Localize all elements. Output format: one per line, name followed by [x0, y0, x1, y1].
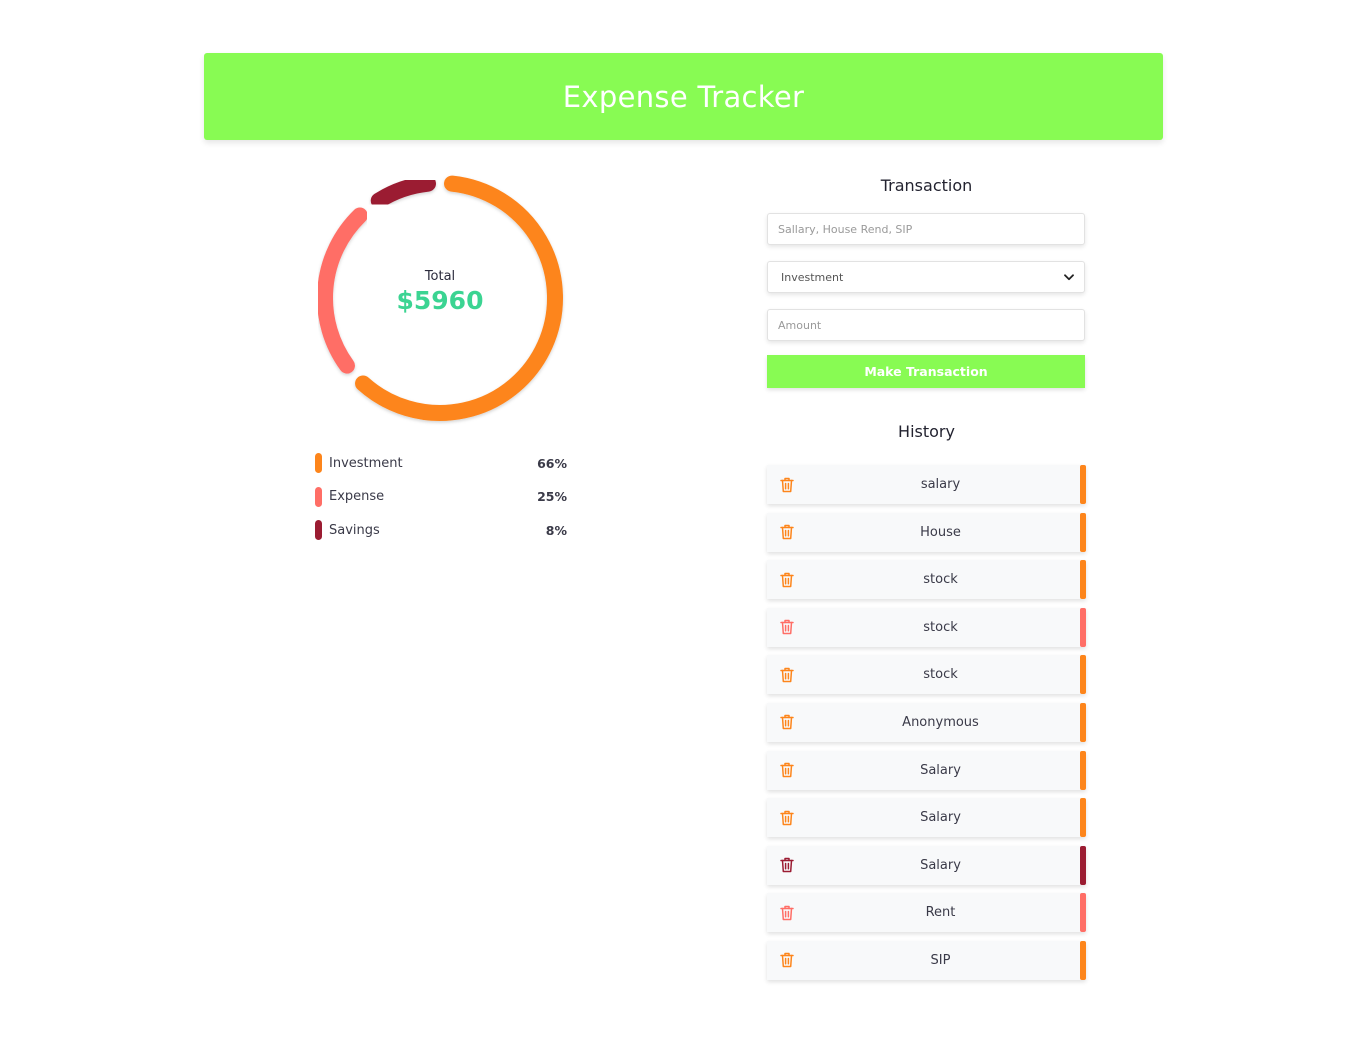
trash-icon[interactable]: [767, 619, 807, 635]
description-input[interactable]: [767, 213, 1085, 245]
trash-icon[interactable]: [767, 905, 807, 921]
history-item-color-bar: [1080, 465, 1086, 504]
history-item-name: Rent: [925, 905, 956, 921]
history-item-color-bar: [1080, 940, 1086, 980]
history-item-color-bar: [1080, 798, 1086, 838]
legend-item-expense: Expense 25%: [315, 486, 567, 508]
history-item: House: [767, 512, 1086, 552]
type-select-value: Investment: [781, 270, 844, 284]
history-item-color-bar: [1080, 512, 1086, 552]
legend-percent: 25%: [537, 489, 567, 504]
history-item: Anonymous: [767, 702, 1086, 742]
history-item-name: salary: [920, 477, 961, 492]
history-item: stock: [767, 560, 1086, 600]
history-item: SIP: [767, 940, 1086, 980]
legend-item-savings: Savings 8%: [315, 519, 567, 541]
history-item: Rent: [767, 893, 1086, 933]
history-item-name: Anonymous: [902, 714, 979, 730]
donut-center: Total $5960: [306, 164, 574, 432]
history-item-color-bar: [1080, 702, 1086, 742]
history-item-name: stock: [923, 572, 958, 588]
history-item-name: House: [920, 524, 961, 540]
trash-icon[interactable]: [767, 524, 807, 540]
history-list: salary House stock stock stock Anonymous Salar…: [767, 465, 1086, 980]
trash-icon[interactable]: [767, 477, 807, 493]
legend-label: Savings: [329, 522, 380, 538]
total-value: $5960: [396, 286, 484, 315]
legend-label: Investment: [329, 455, 403, 471]
trash-icon[interactable]: [767, 762, 807, 778]
history-item-color-bar: [1080, 560, 1086, 600]
donut-chart: Total $5960: [306, 164, 574, 432]
make-transaction-button[interactable]: Make Transaction: [767, 355, 1085, 388]
history-item-name: Salary: [920, 810, 961, 826]
trash-icon[interactable]: [767, 810, 807, 826]
type-select[interactable]: Investment: [767, 261, 1085, 293]
history-title: History: [898, 422, 955, 441]
legend-label: Expense: [329, 489, 385, 504]
category-legend: Investment 66% Expense 25% Savings 8%: [315, 452, 567, 553]
history-item: Salary: [767, 845, 1086, 885]
history-item: stock: [767, 655, 1086, 695]
history-item: Salary: [767, 798, 1086, 838]
legend-swatch: [315, 453, 322, 473]
trash-icon[interactable]: [767, 857, 807, 873]
app-header: Expense Tracker: [204, 53, 1163, 140]
history-item-name: Salary: [920, 762, 961, 778]
history-item-color-bar: [1080, 845, 1086, 885]
history-item: Salary: [767, 750, 1086, 790]
legend-percent: 66%: [537, 455, 567, 471]
transaction-panel: Transaction Investment Make Transaction …: [767, 170, 1086, 989]
history-item-color-bar: [1080, 893, 1086, 933]
history-item: salary: [767, 465, 1086, 504]
chevron-down-icon: [1064, 271, 1074, 284]
history-item-color-bar: [1080, 607, 1086, 647]
history-item-name: Salary: [920, 857, 961, 873]
history-item-name: stock: [923, 667, 958, 683]
trash-icon[interactable]: [767, 714, 807, 730]
trash-icon[interactable]: [767, 572, 807, 588]
trash-icon[interactable]: [767, 667, 807, 683]
app-title: Expense Tracker: [562, 79, 805, 114]
history-item-color-bar: [1080, 750, 1086, 790]
total-label: Total: [424, 269, 456, 284]
history-item-name: stock: [923, 619, 958, 635]
history-item-name: SIP: [930, 952, 951, 968]
trash-icon[interactable]: [767, 952, 807, 968]
amount-input[interactable]: [767, 309, 1085, 341]
legend-swatch: [315, 486, 322, 507]
legend-item-investment: Investment 66%: [315, 452, 567, 474]
legend-swatch: [315, 520, 322, 540]
transaction-title: Transaction: [880, 176, 973, 195]
history-item: stock: [767, 607, 1086, 647]
history-item-color-bar: [1080, 655, 1086, 695]
legend-percent: 8%: [545, 522, 567, 538]
